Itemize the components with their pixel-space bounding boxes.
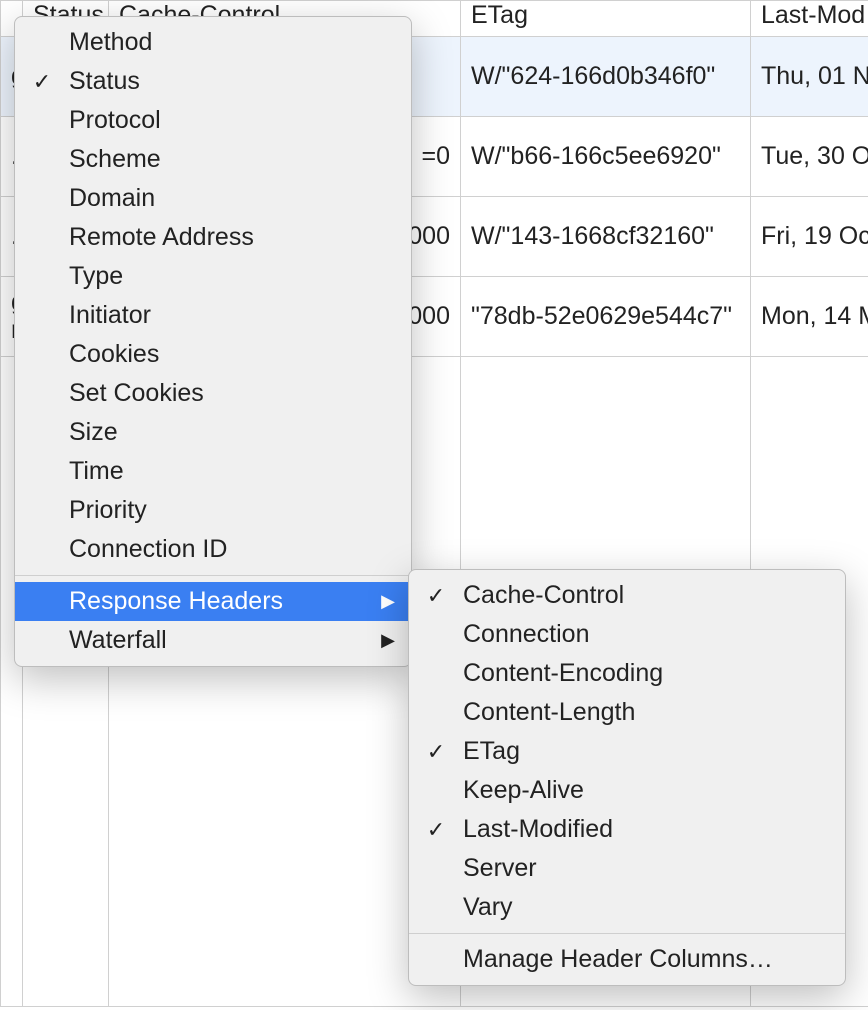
menu-item-label: Connection xyxy=(463,620,829,649)
menu-separator xyxy=(15,575,411,576)
menu-item-label: Remote Address xyxy=(69,223,395,252)
menu-item-label: Protocol xyxy=(69,106,395,135)
menu-item-label: Initiator xyxy=(69,301,395,330)
menu-item-label: Keep-Alive xyxy=(463,776,829,805)
menu-item-protocol[interactable]: Protocol xyxy=(15,101,411,140)
menu-item-label: Manage Header Columns… xyxy=(463,945,829,974)
menu-item-label: Cookies xyxy=(69,340,395,369)
submenu-item-server[interactable]: Server xyxy=(409,849,845,888)
menu-item-label: Cache-Control xyxy=(463,581,829,610)
cell-etag: W/"143-1668cf32160" xyxy=(461,197,751,277)
menu-item-label: Server xyxy=(463,854,829,883)
menu-item-label: Method xyxy=(69,28,395,57)
check-icon: ✓ xyxy=(409,817,463,843)
menu-item-scheme[interactable]: Scheme xyxy=(15,140,411,179)
menu-item-size[interactable]: Size xyxy=(15,413,411,452)
menu-item-label: Response Headers xyxy=(69,587,371,616)
menu-item-label: Set Cookies xyxy=(69,379,395,408)
cell-etag: W/"624-166d0b346f0" xyxy=(461,37,751,117)
cell-last: Thu, 01 N xyxy=(751,37,868,117)
menu-item-label: ETag xyxy=(463,737,829,766)
check-icon: ✓ xyxy=(409,583,463,609)
menu-item-label: Status xyxy=(69,67,395,96)
submenu-item-cache-control[interactable]: ✓ Cache-Control xyxy=(409,576,845,615)
menu-item-priority[interactable]: Priority xyxy=(15,491,411,530)
submenu-arrow-icon: ▶ xyxy=(371,591,395,612)
cell-etag: W/"b66-166c5ee6920" xyxy=(461,117,751,197)
submenu-item-etag[interactable]: ✓ ETag xyxy=(409,732,845,771)
col-header-last[interactable]: Last-Mod xyxy=(751,1,868,37)
menu-item-set-cookies[interactable]: Set Cookies xyxy=(15,374,411,413)
check-icon: ✓ xyxy=(409,739,463,765)
menu-item-remote-address[interactable]: Remote Address xyxy=(15,218,411,257)
submenu-item-last-modified[interactable]: ✓ Last-Modified xyxy=(409,810,845,849)
submenu-item-manage-columns[interactable]: Manage Header Columns… xyxy=(409,940,845,979)
response-headers-submenu: ✓ Cache-Control Connection Content-Encod… xyxy=(408,569,846,986)
menu-item-response-headers[interactable]: Response Headers ▶ xyxy=(15,582,411,621)
menu-item-label: Vary xyxy=(463,893,829,922)
menu-item-label: Waterfall xyxy=(69,626,371,655)
menu-item-label: Content-Encoding xyxy=(463,659,829,688)
menu-item-label: Size xyxy=(69,418,395,447)
cell-last: Fri, 19 Oc xyxy=(751,197,868,277)
menu-item-label: Type xyxy=(69,262,395,291)
menu-item-label: Priority xyxy=(69,496,395,525)
cell-last: Mon, 14 M xyxy=(751,277,868,357)
menu-item-connection-id[interactable]: Connection ID xyxy=(15,530,411,569)
menu-item-label: Last-Modified xyxy=(463,815,829,844)
submenu-item-content-encoding[interactable]: Content-Encoding xyxy=(409,654,845,693)
menu-item-cookies[interactable]: Cookies xyxy=(15,335,411,374)
cell-last: Tue, 30 O xyxy=(751,117,868,197)
menu-item-type[interactable]: Type xyxy=(15,257,411,296)
menu-item-initiator[interactable]: Initiator xyxy=(15,296,411,335)
submenu-arrow-icon: ▶ xyxy=(371,630,395,651)
menu-item-waterfall[interactable]: Waterfall ▶ xyxy=(15,621,411,660)
menu-item-method[interactable]: Method xyxy=(15,23,411,62)
submenu-item-vary[interactable]: Vary xyxy=(409,888,845,927)
submenu-item-connection[interactable]: Connection xyxy=(409,615,845,654)
column-context-menu: Method ✓ Status Protocol Scheme Domain R… xyxy=(14,16,412,667)
menu-item-label: Time xyxy=(69,457,395,486)
menu-item-label: Scheme xyxy=(69,145,395,174)
menu-item-label: Content-Length xyxy=(463,698,829,727)
submenu-item-keep-alive[interactable]: Keep-Alive xyxy=(409,771,845,810)
menu-separator xyxy=(409,933,845,934)
menu-item-time[interactable]: Time xyxy=(15,452,411,491)
menu-item-status[interactable]: ✓ Status xyxy=(15,62,411,101)
submenu-item-content-length[interactable]: Content-Length xyxy=(409,693,845,732)
menu-item-label: Domain xyxy=(69,184,395,213)
col-header-etag[interactable]: ETag xyxy=(461,1,751,37)
menu-item-label: Connection ID xyxy=(69,535,395,564)
menu-item-domain[interactable]: Domain xyxy=(15,179,411,218)
cell-etag: "78db-52e0629e544c7" xyxy=(461,277,751,357)
check-icon: ✓ xyxy=(15,69,69,95)
